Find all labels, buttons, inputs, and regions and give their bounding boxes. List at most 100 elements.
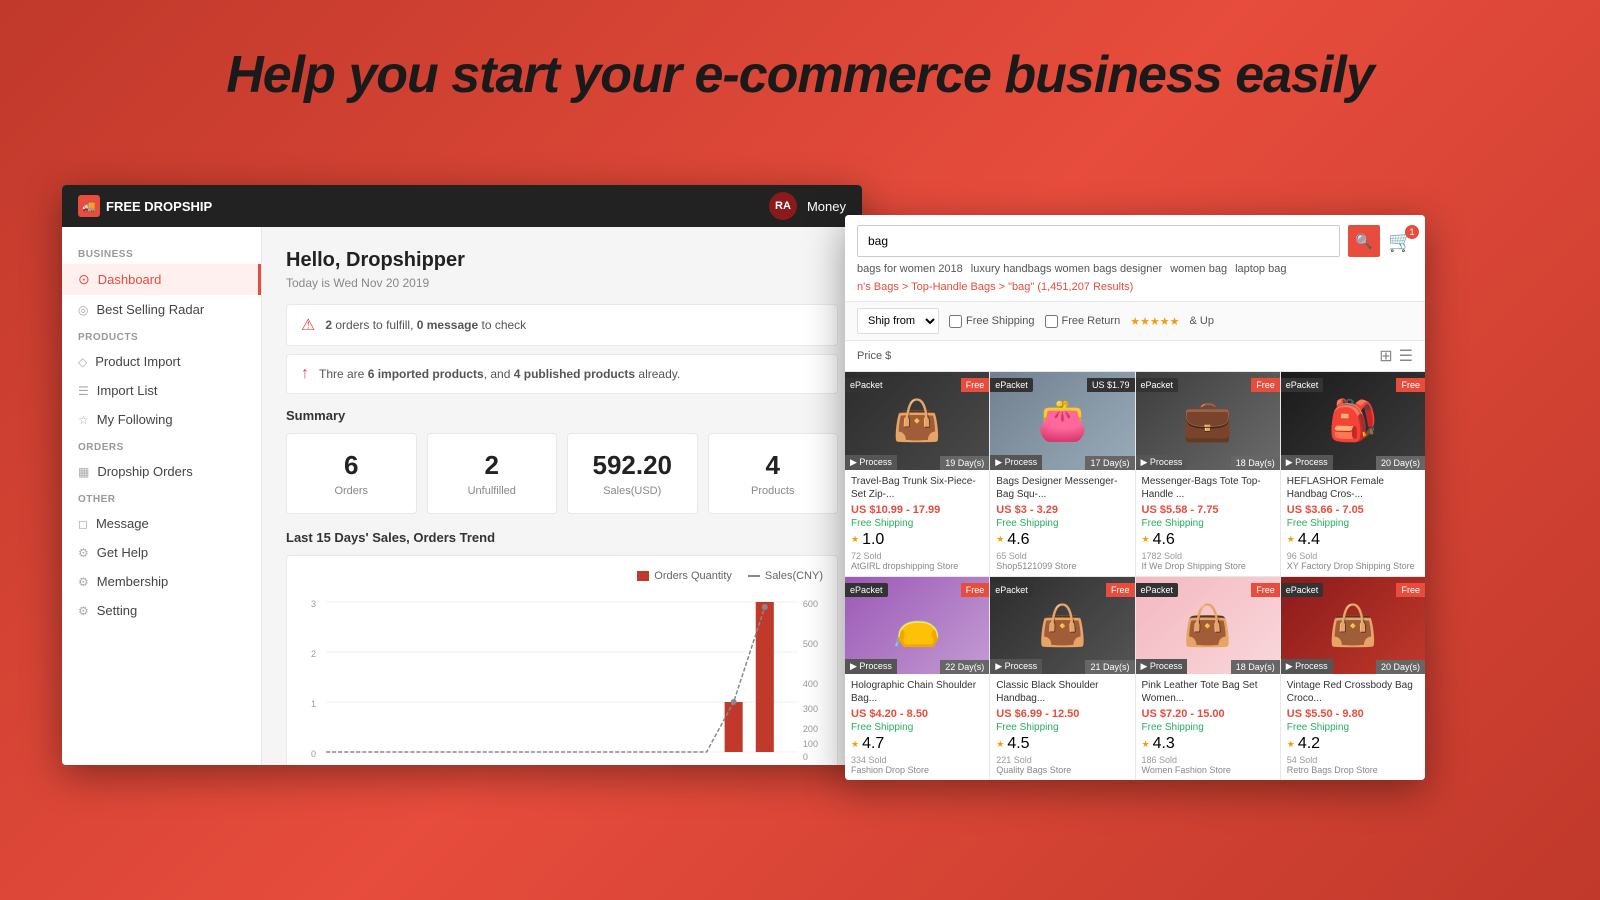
product-shipping-5: Free Shipping	[996, 722, 1128, 733]
free-return-checkbox[interactable]	[1045, 315, 1058, 328]
product-price-4: US $4.20 - 8.50	[851, 708, 983, 720]
rating-value-7: 4.2	[1298, 735, 1320, 753]
cart-icon[interactable]: 🛒 1	[1388, 229, 1413, 254]
grid-view-icon[interactable]: ⊞	[1379, 346, 1392, 366]
sidebar-item-dashboard[interactable]: ⊙ Dashboard	[62, 264, 261, 295]
product-image-2: 💼 ePacket Free ▶ Process 18 Day(s)	[1136, 372, 1280, 470]
product-image-1: 👛 ePacket US $1.79 ▶ Process 17 Day(s)	[990, 372, 1134, 470]
product-grid: 👜 ePacket Free ▶ Process 19 Day(s) Trave…	[845, 372, 1425, 780]
sidebar: BUSINESS ⊙ Dashboard ◎ Best Selling Rada…	[62, 227, 262, 765]
money-button[interactable]: Money	[807, 199, 846, 214]
stars-1: ★	[996, 534, 1004, 545]
logo: 🚚 FREE DROPSHIP	[78, 195, 212, 217]
rating-value-4: 4.7	[862, 735, 884, 753]
radar-icon: ◎	[78, 303, 88, 317]
product-card-5[interactable]: 👜 ePacket Free ▶ Process 21 Day(s) Class…	[990, 577, 1134, 781]
sidebar-membership-label: Membership	[97, 574, 169, 589]
epacket-badge-2: ePacket	[1136, 378, 1179, 392]
product-shipping-1: Free Shipping	[996, 518, 1128, 529]
store-name-3: XY Factory Drop Shipping Store	[1287, 561, 1419, 571]
sidebar-item-message[interactable]: ◻ Message	[62, 509, 261, 538]
stars-2: ★	[1142, 534, 1150, 545]
svg-text:400: 400	[803, 679, 818, 689]
process-badge-7: ▶ Process	[1281, 659, 1333, 674]
legend-orders: Orders Quantity	[637, 570, 732, 582]
sidebar-item-import-list[interactable]: ☰ Import List	[62, 376, 261, 405]
summary-unfulfilled-label: Unfulfilled	[444, 485, 541, 497]
product-shipping-7: Free Shipping	[1287, 722, 1419, 733]
sidebar-help-label: Get Help	[97, 545, 148, 560]
sort-row: Price $ ⊞ ☰	[845, 341, 1425, 372]
stars-7: ★	[1287, 739, 1295, 750]
product-card-4[interactable]: 👝 ePacket Free ▶ Process 22 Day(s) Holog…	[845, 577, 989, 781]
svg-text:200: 200	[803, 724, 818, 734]
product-info-4: Holographic Chain Shoulder Bag... US $4.…	[845, 674, 989, 780]
sidebar-item-best-selling[interactable]: ◎ Best Selling Radar	[62, 295, 261, 324]
product-image-5: 👜 ePacket Free ▶ Process 21 Day(s)	[990, 577, 1134, 675]
summary-sales-value: 592.20	[584, 450, 681, 481]
stars-5: ★	[996, 739, 1004, 750]
product-shipping-4: Free Shipping	[851, 722, 983, 733]
epacket-badge-6: ePacket	[1136, 583, 1179, 597]
logo-icon: 🚚	[78, 195, 100, 217]
product-price-3: US $3.66 - 7.05	[1287, 504, 1419, 516]
sidebar-section-other: OTHER	[62, 486, 261, 509]
sidebar-item-get-help[interactable]: ⚙ Get Help	[62, 538, 261, 567]
tag-2[interactable]: luxury handbags women bags designer	[971, 263, 1162, 275]
svg-text:0: 0	[311, 749, 316, 759]
sidebar-item-setting[interactable]: ⚙ Setting	[62, 596, 261, 625]
sales-dot-15	[762, 604, 768, 610]
tag-4[interactable]: laptop bag	[1235, 263, 1286, 275]
epacket-badge-4: ePacket	[845, 583, 888, 597]
free-shipping-checkbox[interactable]	[949, 315, 962, 328]
process-badge-6: ▶ Process	[1136, 659, 1188, 674]
search-button[interactable]: 🔍	[1348, 225, 1380, 257]
product-card-2[interactable]: 💼 ePacket Free ▶ Process 18 Day(s) Messe…	[1136, 372, 1280, 576]
sidebar-dashboard-label: Dashboard	[98, 272, 162, 287]
badge-free-7: Free	[1396, 583, 1425, 597]
sidebar-best-selling-label: Best Selling Radar	[96, 302, 204, 317]
free-shipping-check[interactable]: Free Shipping	[949, 315, 1035, 328]
tag-1[interactable]: bags for women 2018	[857, 263, 963, 275]
rating-value-2: 4.6	[1153, 531, 1175, 549]
epacket-badge-0: ePacket	[845, 378, 888, 392]
badge-price-1: US $1.79	[1087, 378, 1135, 392]
search-input[interactable]	[857, 225, 1340, 257]
ship-from-select[interactable]: Ship from	[857, 308, 939, 334]
svg-text:600: 600	[803, 599, 818, 609]
process-days-7: 20 Day(s)	[1376, 660, 1425, 674]
product-card-0[interactable]: 👜 ePacket Free ▶ Process 19 Day(s) Trave…	[845, 372, 989, 576]
tag-3[interactable]: women bag	[1170, 263, 1227, 275]
dashboard-topbar: 🚚 FREE DROPSHIP RA Money	[62, 185, 862, 227]
topbar-right: RA Money	[769, 192, 846, 220]
product-card-6[interactable]: 👜 ePacket Free ▶ Process 18 Day(s) Pink …	[1136, 577, 1280, 781]
product-rating-5: ★ 4.5	[996, 735, 1128, 753]
free-return-check[interactable]: Free Return	[1045, 315, 1121, 328]
product-name-7: Vintage Red Crossbody Bag Croco...	[1287, 679, 1419, 705]
product-card-3[interactable]: 🎒 ePacket Free ▶ Process 20 Day(s) HEFLA…	[1281, 372, 1425, 576]
epacket-badge-3: ePacket	[1281, 378, 1324, 392]
product-name-6: Pink Leather Tote Bag Set Women...	[1142, 679, 1274, 705]
rating-value-0: 1.0	[862, 531, 884, 549]
product-name-5: Classic Black Shoulder Handbag...	[996, 679, 1128, 705]
sold-count-6: 186 Sold	[1142, 755, 1274, 765]
svg-text:2: 2	[311, 649, 316, 659]
process-badge-5: ▶ Process	[990, 659, 1042, 674]
sidebar-item-dropship-orders[interactable]: ▦ Dropship Orders	[62, 457, 261, 486]
chart-area: 3 2 1 0 600 500 400 300 200 100 0	[301, 592, 823, 765]
sidebar-item-membership[interactable]: ⚙ Membership	[62, 567, 261, 596]
view-icons: ⊞ ☰	[1379, 346, 1413, 366]
sidebar-item-product-import[interactable]: ◇ Product Import	[62, 347, 261, 376]
sales-line	[326, 607, 765, 752]
product-card-7[interactable]: 👜 ePacket Free ▶ Process 20 Day(s) Vinta…	[1281, 577, 1425, 781]
cart-badge: 1	[1405, 225, 1419, 239]
sort-label[interactable]: Price $	[857, 350, 891, 362]
sidebar-section-orders: ORDERS	[62, 434, 261, 457]
product-card-1[interactable]: 👛 ePacket US $1.79 ▶ Process 17 Day(s) B…	[990, 372, 1134, 576]
list-view-icon[interactable]: ☰	[1399, 346, 1413, 366]
setting-icon: ⚙	[78, 604, 89, 618]
process-badge-3: ▶ Process	[1281, 455, 1333, 470]
star-filter[interactable]: ★★★★★	[1130, 315, 1179, 328]
product-info-5: Classic Black Shoulder Handbag... US $6.…	[990, 674, 1134, 780]
sidebar-item-my-following[interactable]: ☆ My Following	[62, 405, 261, 434]
